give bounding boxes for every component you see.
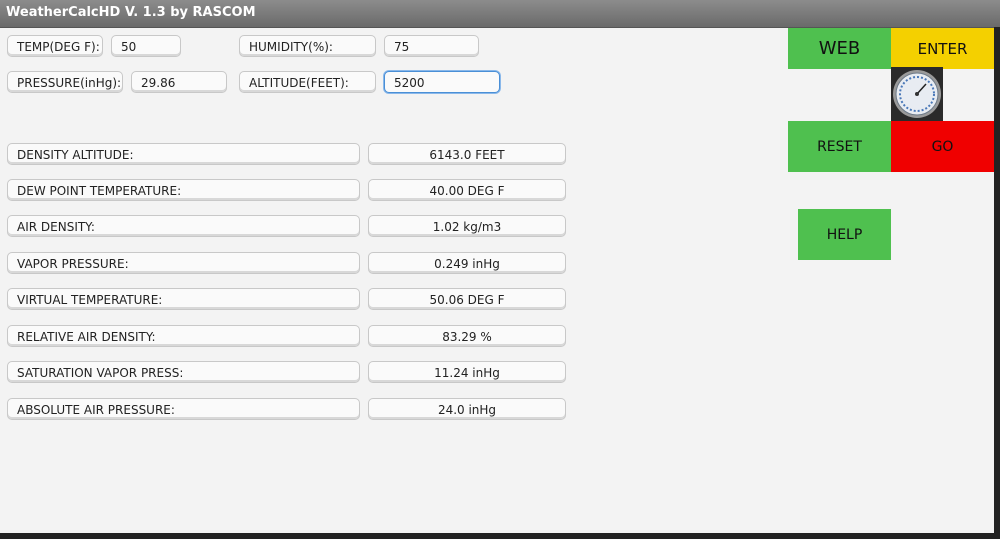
window-frame-right	[994, 27, 1000, 539]
relative-air-density-label: RELATIVE AIR DENSITY:	[7, 325, 360, 347]
air-density-label: AIR DENSITY:	[7, 215, 360, 237]
web-button[interactable]: WEB	[788, 28, 891, 69]
absolute-air-pressure-label: ABSOLUTE AIR PRESSURE:	[7, 398, 360, 420]
humidity-label: HUMIDITY(%):	[239, 35, 376, 57]
density-altitude-label: DENSITY ALTITUDE:	[7, 143, 360, 165]
gauge-dial	[893, 70, 941, 118]
dew-point-value: 40.00 DEG F	[368, 179, 566, 201]
help-button[interactable]: HELP	[798, 209, 891, 260]
temp-input[interactable]: 50	[111, 35, 181, 57]
altitude-input[interactable]: 5200	[384, 71, 500, 93]
vapor-pressure-label: VAPOR PRESSURE:	[7, 252, 360, 274]
altitude-label: ALTITUDE(FEET):	[239, 71, 376, 93]
saturation-vapor-press-value: 11.24 inHg	[368, 361, 566, 383]
dew-point-label: DEW POINT TEMPERATURE:	[7, 179, 360, 201]
humidity-input[interactable]: 75	[384, 35, 479, 57]
relative-air-density-value: 83.29 %	[368, 325, 566, 347]
enter-button[interactable]: ENTER	[891, 28, 994, 69]
title-bar: WeatherCalcHD V. 1.3 by RASCOM	[0, 0, 1000, 28]
app-title: WeatherCalcHD V. 1.3 by RASCOM	[6, 5, 256, 20]
pressure-input[interactable]: 29.86	[131, 71, 227, 93]
pressure-label: PRESSURE(inHg):	[7, 71, 123, 93]
go-button[interactable]: GO	[891, 121, 994, 172]
temp-label: TEMP(DEG F):	[7, 35, 103, 57]
vapor-pressure-value: 0.249 inHg	[368, 252, 566, 274]
air-density-value: 1.02 kg/m3	[368, 215, 566, 237]
saturation-vapor-press-label: SATURATION VAPOR PRESS:	[7, 361, 360, 383]
virtual-temperature-label: VIRTUAL TEMPERATURE:	[7, 288, 360, 310]
barometer-gauge-icon	[891, 67, 943, 121]
virtual-temperature-value: 50.06 DEG F	[368, 288, 566, 310]
window-frame-bottom	[0, 533, 1000, 539]
reset-button[interactable]: RESET	[788, 121, 891, 172]
density-altitude-value: 6143.0 FEET	[368, 143, 566, 165]
absolute-air-pressure-value: 24.0 inHg	[368, 398, 566, 420]
